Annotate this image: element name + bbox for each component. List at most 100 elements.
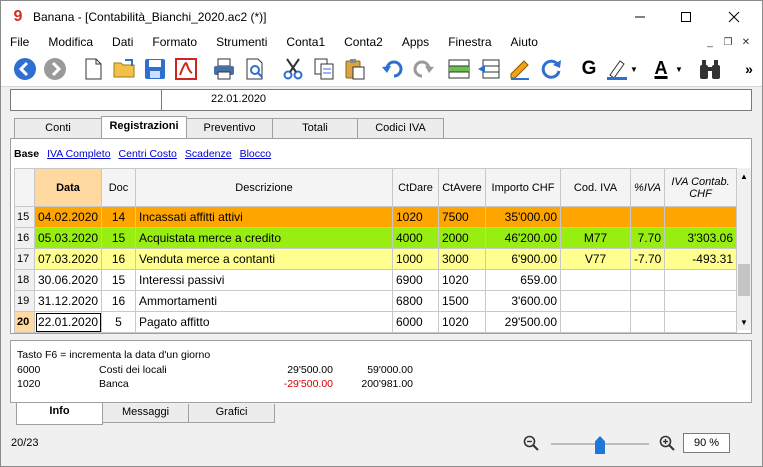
cell-importo[interactable]: 35'000.00	[485, 206, 561, 228]
tab-codici-iva[interactable]: Codici IVA	[357, 118, 444, 138]
cell-iva-contab[interactable]: 3'303.06	[664, 227, 737, 249]
column-header-iva-contab[interactable]: IVA Contab. CHF	[664, 168, 737, 207]
menu-file[interactable]: File	[1, 35, 39, 49]
menu-formato[interactable]: Formato	[143, 35, 207, 49]
cell-doc[interactable]: 15	[101, 227, 136, 249]
menu-aiuto[interactable]: Aiuto	[502, 35, 548, 49]
column-header-data[interactable]: Data	[34, 168, 102, 207]
view-base[interactable]: Base	[14, 148, 39, 160]
highlight-dropdown-icon[interactable]: ▼	[630, 65, 638, 74]
cell-descrizione[interactable]: Ammortamenti	[135, 290, 393, 312]
cell-data[interactable]: 30.06.2020	[34, 269, 102, 291]
table-row[interactable]: 20 22.01.2020 5 Pagato affitto 6000 1020 29'50…	[14, 311, 737, 333]
font-color-icon[interactable]: A	[649, 57, 673, 81]
cell-cod-iva[interactable]	[560, 206, 631, 228]
bold-icon[interactable]: G	[577, 57, 601, 81]
cell-iva-contab[interactable]	[664, 311, 737, 333]
column-header-ctavere[interactable]: CtAvere	[438, 168, 486, 207]
forward-icon[interactable]	[43, 57, 67, 81]
cell-importo[interactable]: 29'500.00	[485, 311, 561, 333]
cell-cod-iva[interactable]	[560, 290, 631, 312]
scroll-up-icon[interactable]: ▲	[740, 172, 748, 181]
cell-value-field[interactable]: 22.01.2020	[211, 93, 266, 105]
cell-perc-iva[interactable]	[630, 290, 665, 312]
copy-icon[interactable]	[312, 57, 336, 81]
cell-doc[interactable]: 5	[101, 311, 136, 333]
undo-icon[interactable]	[381, 57, 405, 81]
highlight-icon[interactable]	[605, 57, 629, 81]
row-number[interactable]: 16	[14, 227, 35, 249]
mdi-minimize-button[interactable]: _	[701, 32, 719, 52]
view-centri-costo[interactable]: Centri Costo	[119, 148, 177, 160]
cell-ctavere[interactable]: 3000	[438, 248, 486, 270]
cell-data[interactable]: 07.03.2020	[34, 248, 102, 270]
cell-ctdare[interactable]: 4000	[392, 227, 439, 249]
minimize-button[interactable]	[617, 1, 663, 32]
cell-doc[interactable]: 16	[101, 248, 136, 270]
cell-ctdare[interactable]: 1000	[392, 248, 439, 270]
menu-modifica[interactable]: Modifica	[39, 35, 103, 49]
cell-ctdare[interactable]: 6800	[392, 290, 439, 312]
print-icon[interactable]	[212, 57, 236, 81]
menu-dati[interactable]: Dati	[103, 35, 143, 49]
zoom-in-icon[interactable]	[659, 435, 675, 451]
cell-ctavere[interactable]: 7500	[438, 206, 486, 228]
save-icon[interactable]	[143, 57, 167, 81]
mdi-restore-button[interactable]: ❐	[719, 32, 737, 52]
view-iva-completo[interactable]: IVA Completo	[47, 148, 110, 160]
column-header-perc-iva[interactable]: %IVA	[630, 168, 665, 207]
cell-iva-contab[interactable]	[664, 269, 737, 291]
cell-ctdare[interactable]: 6900	[392, 269, 439, 291]
cell-data[interactable]: 31.12.2020	[34, 290, 102, 312]
table-row[interactable]: 15 04.02.2020 14 Incassati affitti attivi 10…	[14, 206, 737, 228]
new-file-icon[interactable]	[81, 57, 105, 81]
zoom-level-field[interactable]: 90 %	[683, 433, 730, 453]
row-number[interactable]: 17	[14, 248, 35, 270]
cell-ctavere[interactable]: 2000	[438, 227, 486, 249]
tab-info[interactable]: Info	[16, 403, 103, 425]
refresh-icon[interactable]	[539, 57, 563, 81]
row-number[interactable]: 15	[14, 206, 35, 228]
cell-descrizione[interactable]: Pagato affitto	[135, 311, 393, 333]
cell-descrizione[interactable]: Interessi passivi	[135, 269, 393, 291]
tab-totali[interactable]: Totali	[272, 118, 358, 138]
cell-importo[interactable]: 3'600.00	[485, 290, 561, 312]
cell-descrizione[interactable]: Venduta merce a contanti	[135, 248, 393, 270]
cut-icon[interactable]	[281, 57, 305, 81]
open-folder-icon[interactable]	[112, 57, 136, 81]
pdf-icon[interactable]	[174, 57, 198, 81]
cell-doc[interactable]: 14	[101, 206, 136, 228]
mdi-close-button[interactable]: ✕	[737, 32, 755, 52]
binoculars-icon[interactable]	[698, 57, 722, 81]
table-row[interactable]: 18 30.06.2020 15 Interessi passivi 6900 1020 6…	[14, 269, 737, 291]
cell-cod-iva[interactable]: V77	[560, 248, 631, 270]
cell-iva-contab[interactable]	[664, 290, 737, 312]
cell-ctavere[interactable]: 1020	[438, 269, 486, 291]
zoom-out-icon[interactable]	[523, 435, 539, 451]
title-bar[interactable]: 9 Banana - [Contabilità_Bianchi_2020.ac2…	[1, 1, 762, 32]
cell-cod-iva[interactable]: M77	[560, 227, 631, 249]
row-number[interactable]: 18	[14, 269, 35, 291]
cell-perc-iva[interactable]	[630, 311, 665, 333]
delete-rows-icon[interactable]	[477, 57, 501, 81]
cell-descrizione[interactable]: Incassati affitti attivi	[135, 206, 393, 228]
cell-importo[interactable]: 46'200.00	[485, 227, 561, 249]
cell-doc[interactable]: 15	[101, 269, 136, 291]
cell-iva-contab[interactable]: -493.31	[664, 248, 737, 270]
tab-preventivo[interactable]: Preventivo	[186, 118, 273, 138]
redo-icon[interactable]	[411, 57, 435, 81]
cell-cod-iva[interactable]	[560, 311, 631, 333]
close-button[interactable]	[711, 1, 757, 32]
cell-data[interactable]: 22.01.2020	[34, 311, 102, 333]
cell-importo[interactable]: 659.00	[485, 269, 561, 291]
table-row[interactable]: 19 31.12.2020 16 Ammortamenti 6800 1500 3'600.…	[14, 290, 737, 312]
tab-conti[interactable]: Conti	[14, 118, 102, 138]
table-row[interactable]: 17 07.03.2020 16 Venduta merce a contanti 10…	[14, 248, 737, 270]
cell-importo[interactable]: 6'900.00	[485, 248, 561, 270]
tab-messaggi[interactable]: Messaggi	[102, 404, 189, 423]
tab-grafici[interactable]: Grafici	[188, 404, 275, 423]
view-blocco[interactable]: Blocco	[240, 148, 272, 160]
column-header-importo[interactable]: Importo CHF	[485, 168, 561, 207]
menu-apps[interactable]: Apps	[393, 35, 439, 49]
cell-perc-iva[interactable]: -7.70	[630, 248, 665, 270]
